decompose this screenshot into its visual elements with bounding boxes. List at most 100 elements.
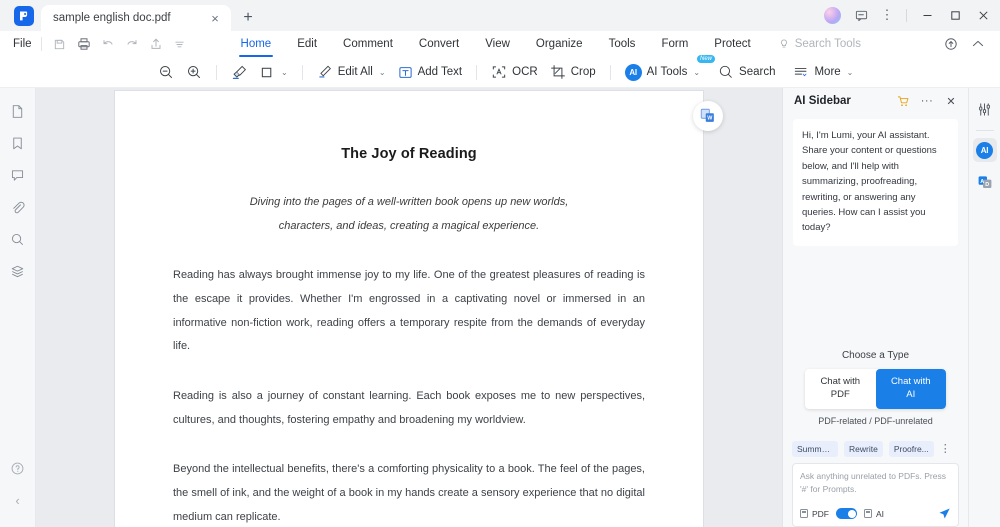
ai-mode-label: AI [876, 508, 885, 519]
search-icon[interactable] [5, 226, 31, 252]
chat-with-pdf-line-2: PDF [830, 389, 850, 401]
crop-button[interactable]: Crop [544, 60, 602, 84]
chat-type-segmented-control: Chat with PDF Chat with AI [805, 369, 946, 409]
zoom-out-button[interactable] [152, 60, 180, 84]
undo-icon[interactable] [96, 33, 120, 55]
avatar[interactable] [824, 6, 841, 24]
maximize-button[interactable] [942, 4, 968, 26]
edit-all-caret-icon[interactable]: ⌄ [379, 68, 386, 77]
ai-greeting-message: Hi, I'm Lumi, your AI assistant. Share y… [793, 119, 958, 246]
zoom-in-button[interactable] [180, 60, 208, 84]
toolbar-divider-2 [301, 64, 303, 80]
redo-icon[interactable] [120, 33, 144, 55]
ai-tools-caret-icon[interactable]: ⌄ [693, 68, 700, 77]
title-bar: sample english doc.pdf × + ⋮ [0, 0, 1000, 31]
menubar-divider [40, 37, 42, 51]
ai-sidebar-more-icon[interactable]: ··· [918, 92, 936, 110]
settings-sliders-icon[interactable] [973, 97, 997, 121]
send-icon[interactable] [938, 507, 951, 520]
close-window-button[interactable] [970, 4, 996, 26]
chips-more-icon[interactable]: ⋮ [940, 443, 952, 455]
menu-bar: File Home Edit Comment Convert View Orga… [0, 31, 1000, 57]
main-body: ‹ The Joy of Reading Diving into the pag… [0, 88, 1000, 527]
attachment-icon[interactable] [5, 194, 31, 220]
chip-proofread[interactable]: Proofre... [888, 441, 934, 457]
chat-with-pdf-button[interactable]: Chat with PDF [805, 369, 876, 409]
help-icon[interactable] [5, 455, 31, 481]
rectangle-icon [261, 67, 272, 77]
ai-tools-label: AI Tools [646, 66, 688, 78]
collapse-ribbon-icon[interactable] [966, 33, 990, 55]
ai-sidebar-header: AI Sidebar ··· ✕ [783, 88, 968, 114]
file-menu[interactable]: File [13, 38, 32, 50]
right-rail-divider [975, 130, 994, 131]
convert-to-word-icon: W [700, 108, 714, 122]
titlebar-divider [906, 8, 907, 22]
shape-caret-icon[interactable]: ⌄ [281, 68, 288, 77]
search-tools[interactable]: Search Tools [778, 38, 861, 50]
close-tab-icon[interactable]: × [207, 10, 223, 26]
tab-comment[interactable]: Comment [330, 31, 406, 57]
search-button[interactable]: Search [712, 60, 781, 84]
shape-button[interactable]: ⌄ [254, 60, 294, 84]
tab-form[interactable]: Form [648, 31, 701, 57]
chat-with-ai-line-2: AI [906, 389, 916, 401]
save-icon[interactable] [48, 33, 72, 55]
left-sidebar: ‹ [0, 88, 36, 527]
document-subtitle-line-1: Diving into the pages of a well-written … [249, 196, 569, 208]
new-tab-button[interactable]: + [235, 5, 261, 31]
tab-tools[interactable]: Tools [596, 31, 649, 57]
tab-home[interactable]: Home [228, 31, 285, 57]
chat-type-hint: PDF-related / PDF-unrelated [818, 416, 933, 426]
more-button[interactable]: More ⌄ [787, 60, 859, 84]
document-tab[interactable]: sample english doc.pdf × [41, 5, 231, 31]
home-toolbar: ⌄ Edit All ⌄ Add Text OCR Crop AI AI Too… [0, 55, 1000, 88]
ai-translate-icon[interactable]: AD [973, 170, 997, 194]
quick-action-chips: Summa... Rewrite Proofre... ⋮ [783, 441, 968, 457]
ai-assistant-icon[interactable]: AI [972, 138, 997, 162]
chip-rewrite[interactable]: Rewrite [844, 441, 883, 457]
tab-view[interactable]: View [472, 31, 523, 57]
collapse-sidebar-icon[interactable]: ‹ [5, 487, 31, 513]
tab-organize[interactable]: Organize [523, 31, 596, 57]
ai-composer[interactable]: Ask anything unrelated to PDFs. Press '#… [792, 463, 959, 527]
pdf-ai-toggle[interactable] [836, 508, 857, 519]
document-viewport[interactable]: The Joy of Reading Diving into the pages… [36, 88, 782, 527]
edit-all-label: Edit All [337, 66, 373, 78]
chat-with-ai-button[interactable]: Chat with AI [875, 369, 946, 409]
document-subtitle-line-2: characters, and ideas, creating a magica… [278, 220, 540, 233]
tab-protect[interactable]: Protect [701, 31, 763, 57]
left-sidebar-bottom: ‹ [5, 455, 31, 527]
edit-pencil-icon [318, 65, 331, 78]
share-icon[interactable] [144, 33, 168, 55]
minimize-button[interactable] [914, 4, 940, 26]
thumbnails-icon[interactable] [5, 98, 31, 124]
comment-icon[interactable] [5, 162, 31, 188]
pdf-mode-icon [800, 509, 808, 518]
print-icon[interactable] [72, 33, 96, 55]
window-more-icon[interactable]: ⋮ [875, 4, 899, 26]
quick-access-more-icon[interactable] [168, 33, 192, 55]
ocr-button[interactable]: OCR [485, 60, 544, 84]
choose-type-label: Choose a Type [841, 350, 910, 362]
highlight-button[interactable] [225, 60, 254, 84]
add-text-button[interactable]: Add Text [392, 60, 469, 84]
right-sidebar: AI AD [968, 88, 1000, 527]
edit-all-button[interactable]: Edit All ⌄ [311, 60, 392, 84]
ai-tools-button[interactable]: AI AI Tools ⌄ New [619, 55, 716, 84]
bookmark-icon[interactable] [5, 130, 31, 156]
tab-convert[interactable]: Convert [406, 31, 472, 57]
lightbulb-icon [780, 39, 787, 48]
cart-icon[interactable] [894, 92, 912, 110]
zoom-out-icon [160, 66, 172, 78]
layers-icon[interactable] [5, 258, 31, 284]
convert-to-word-button[interactable]: W [693, 101, 723, 131]
more-caret-icon[interactable]: ⌄ [847, 68, 854, 77]
tab-edit[interactable]: Edit [284, 31, 330, 57]
upgrade-icon[interactable] [939, 33, 963, 55]
ai-sidebar-close-icon[interactable]: ✕ [942, 92, 960, 110]
feedback-icon[interactable] [849, 4, 873, 26]
pdf-editor-window: sample english doc.pdf × + ⋮ File Home E… [0, 0, 1000, 527]
ai-composer-toolbar: PDF AI [800, 507, 951, 520]
chip-summarize[interactable]: Summa... [792, 441, 838, 457]
